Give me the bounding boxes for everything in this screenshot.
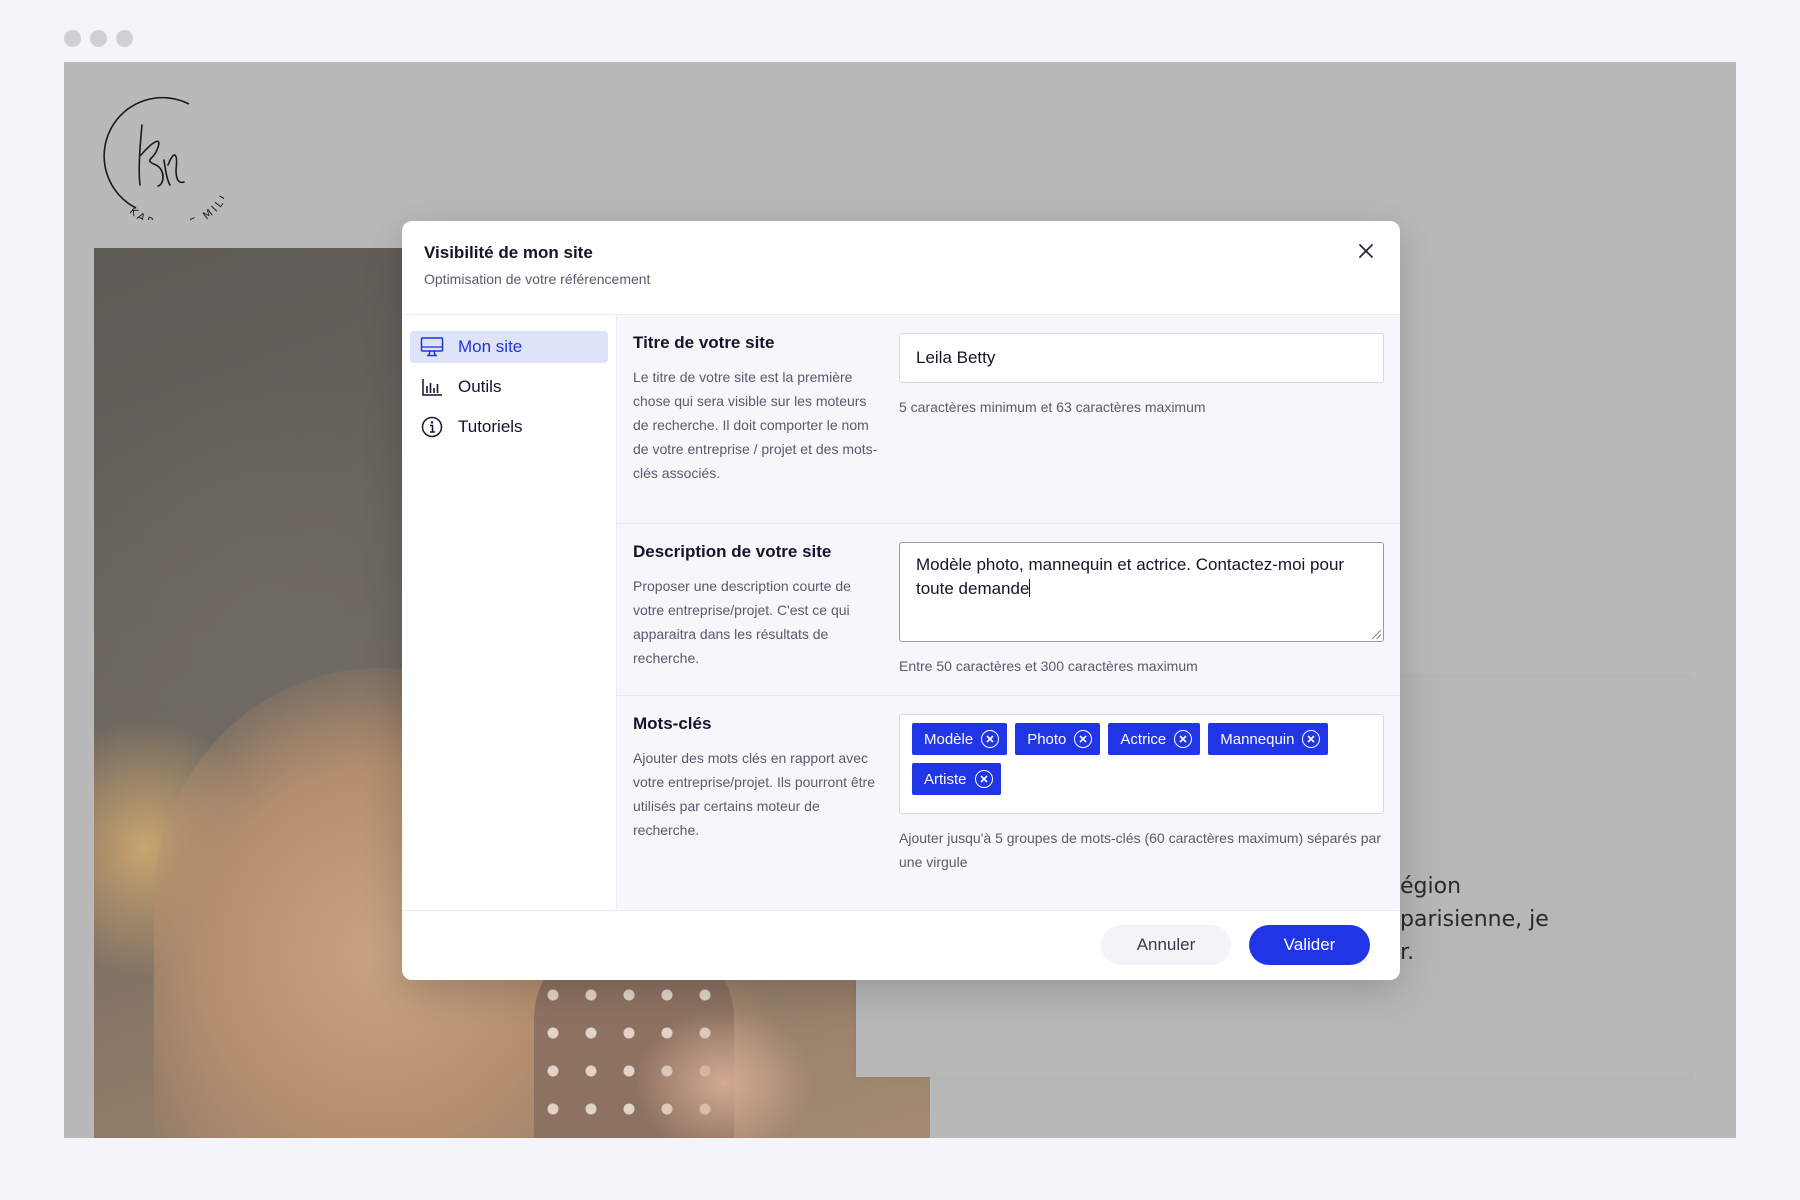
section-description: Ajouter des mots clés en rapport avec vo… [633, 750, 876, 838]
section-heading: Description de votre site [633, 542, 832, 561]
site-title-hint: 5 caractères minimum et 63 caractères ma… [899, 399, 1206, 415]
brand-logo: KAROLINE MILLAUD [103, 96, 224, 220]
remove-tag-icon[interactable] [1302, 730, 1321, 748]
modal-sidebar: Mon site Outils Tutoriels [402, 315, 617, 910]
keywords-hint: Ajouter jusqu'à 5 groupes de mots-clés (… [899, 830, 1381, 870]
section-site-title: Titre de votre site Le titre de votre si… [617, 315, 1400, 524]
keyword-tag[interactable]: Modèle [912, 723, 1008, 755]
sidebar-item-mon-site[interactable]: Mon site [410, 331, 608, 363]
bar-chart-icon [420, 376, 444, 398]
site-description-textarea[interactable]: Modèle photo, mannequin et actrice. Cont… [899, 542, 1384, 642]
section-description: Le titre de votre site est la première c… [633, 369, 878, 481]
monitor-icon [420, 336, 444, 358]
text-caret [1029, 579, 1031, 597]
section-keywords: Mots-clés Ajouter des mots clés en rappo… [617, 696, 1400, 909]
section-site-description: Description de votre site Proposer une d… [617, 524, 1400, 696]
sidebar-item-label: Outils [458, 377, 502, 396]
modal-subtitle: Optimisation de votre référencement [424, 271, 651, 287]
submit-button[interactable]: Valider [1249, 925, 1370, 965]
sidebar-item-label: Tutoriels [458, 417, 523, 436]
site-title-input[interactable]: Leila Betty [899, 333, 1384, 383]
sidebar-item-label: Mon site [458, 337, 523, 356]
window-dot[interactable] [90, 30, 107, 47]
window-controls [64, 30, 133, 47]
window-dot[interactable] [116, 30, 133, 47]
cancel-button[interactable]: Annuler [1101, 925, 1231, 965]
window-dot[interactable] [64, 30, 81, 47]
remove-tag-icon[interactable] [1074, 730, 1093, 748]
modal-footer: Annuler Valider [402, 911, 1400, 979]
keyword-tag[interactable]: Actrice [1108, 723, 1201, 755]
resize-handle-icon[interactable] [1372, 630, 1381, 639]
sidebar-item-tutoriels[interactable]: Tutoriels [410, 411, 608, 443]
close-icon [1359, 244, 1373, 258]
remove-tag-icon[interactable] [1174, 730, 1193, 748]
keyword-tag[interactable]: Mannequin [1208, 723, 1329, 755]
seo-visibility-modal: Visibilité de mon site Optimisation de v… [402, 221, 1400, 980]
sidebar-item-outils[interactable]: Outils [410, 371, 608, 403]
keyword-tag[interactable]: Photo [1015, 723, 1101, 755]
section-description: Proposer une description courte de votre… [633, 578, 851, 666]
info-icon [420, 416, 444, 438]
keyword-tag[interactable]: Artiste [912, 763, 1001, 795]
remove-tag-icon[interactable] [981, 730, 1000, 748]
modal-title: Visibilité de mon site [424, 243, 593, 262]
section-heading: Titre de votre site [633, 333, 775, 352]
site-description-hint: Entre 50 caractères et 300 caractères ma… [899, 658, 1198, 674]
close-button[interactable] [1350, 235, 1382, 267]
modal-header: Visibilité de mon site Optimisation de v… [402, 221, 1400, 315]
section-heading: Mots-clés [633, 714, 712, 733]
keywords-input[interactable]: Modèle Photo Actrice Mannequin Artiste [899, 714, 1384, 814]
modal-content: Titre de votre site Le titre de votre si… [617, 315, 1400, 910]
remove-tag-icon[interactable] [974, 770, 993, 788]
